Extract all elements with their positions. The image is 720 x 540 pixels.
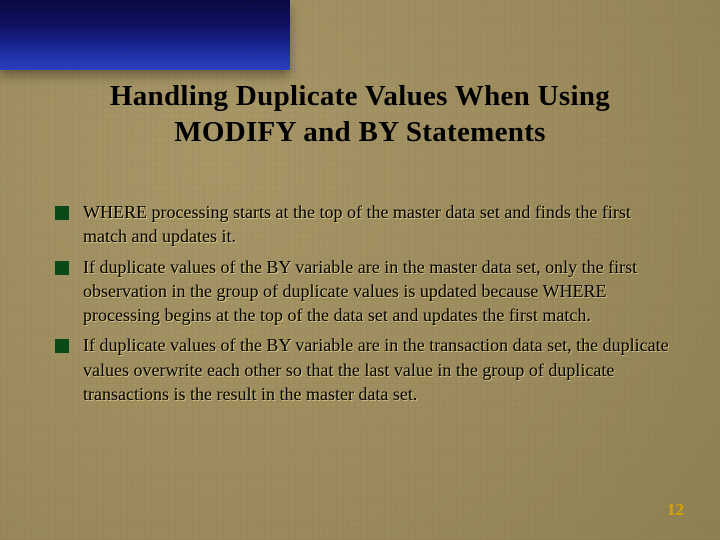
list-item: WHERE processing starts at the top of th…: [55, 200, 670, 249]
list-item: If duplicate values of the BY variable a…: [55, 333, 670, 406]
list-item: If duplicate values of the BY variable a…: [55, 255, 670, 328]
slide-title: Handling Duplicate Values When Using MOD…: [0, 78, 720, 151]
bullet-text: WHERE processing starts at the top of th…: [83, 200, 670, 249]
square-bullet-icon: [55, 206, 69, 220]
title-line-2: MODIFY and BY Statements: [174, 116, 546, 148]
bullet-text: If duplicate values of the BY variable a…: [83, 333, 670, 406]
decorative-header-bar: [0, 0, 290, 70]
square-bullet-icon: [55, 261, 69, 275]
slide-body: WHERE processing starts at the top of th…: [55, 200, 670, 412]
bullet-text: If duplicate values of the BY variable a…: [83, 255, 670, 328]
page-number: 12: [667, 500, 684, 520]
square-bullet-icon: [55, 339, 69, 353]
title-line-1: Handling Duplicate Values When Using: [110, 80, 610, 112]
